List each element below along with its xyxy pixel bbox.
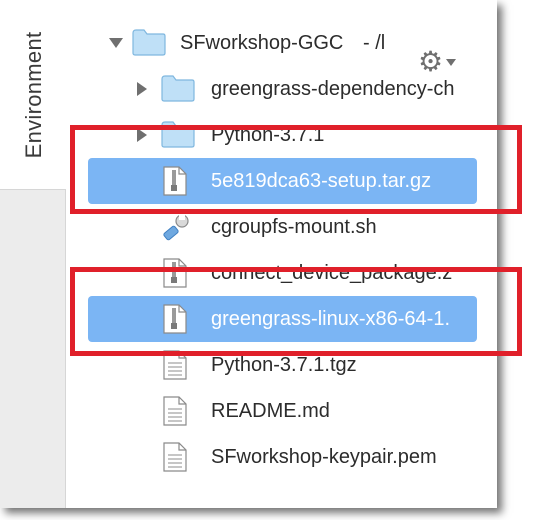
highlight-box-greengrass-archive — [70, 267, 522, 356]
folder-icon — [160, 73, 196, 103]
root-path-hint: - /l — [363, 31, 386, 54]
tree-item-label: greengrass-dependency-ch — [211, 77, 455, 100]
document-icon — [162, 442, 188, 472]
tree-item-folder[interactable]: greengrass-dependency-ch — [66, 66, 497, 112]
root-folder-name: SFworkshop-GGC — [180, 31, 344, 54]
folder-icon — [131, 27, 167, 57]
sidebar: Environment — [0, 0, 66, 508]
environment-tab[interactable]: Environment — [0, 0, 66, 190]
tree-root-row[interactable]: SFworkshop-GGC - /l ⚙ — [66, 20, 497, 76]
tree-item-label: cgroupfs-mount.sh — [211, 215, 377, 238]
expand-arrow-icon[interactable] — [109, 38, 123, 48]
tree-item-label: SFworkshop-keypair.pem — [211, 445, 437, 468]
tree-item-file[interactable]: SFworkshop-keypair.pem — [66, 434, 497, 480]
file-tree: SFworkshop-GGC - /l ⚙ greengrass-depende… — [66, 0, 497, 508]
chevron-down-icon[interactable] — [446, 58, 457, 66]
highlight-box-setup-archive — [70, 125, 522, 214]
environment-panel: Environment SFworkshop-GGC - /l ⚙ greeng… — [0, 0, 497, 508]
script-icon — [160, 212, 192, 242]
environment-tab-label: Environment — [21, 31, 46, 159]
tree-item-file[interactable]: README.md — [66, 388, 497, 434]
tree-item-label: README.md — [211, 399, 330, 422]
tree-item-label: Python-3.7.1.tgz — [211, 353, 357, 376]
expand-arrow-icon[interactable] — [137, 82, 147, 96]
document-icon — [162, 396, 188, 426]
